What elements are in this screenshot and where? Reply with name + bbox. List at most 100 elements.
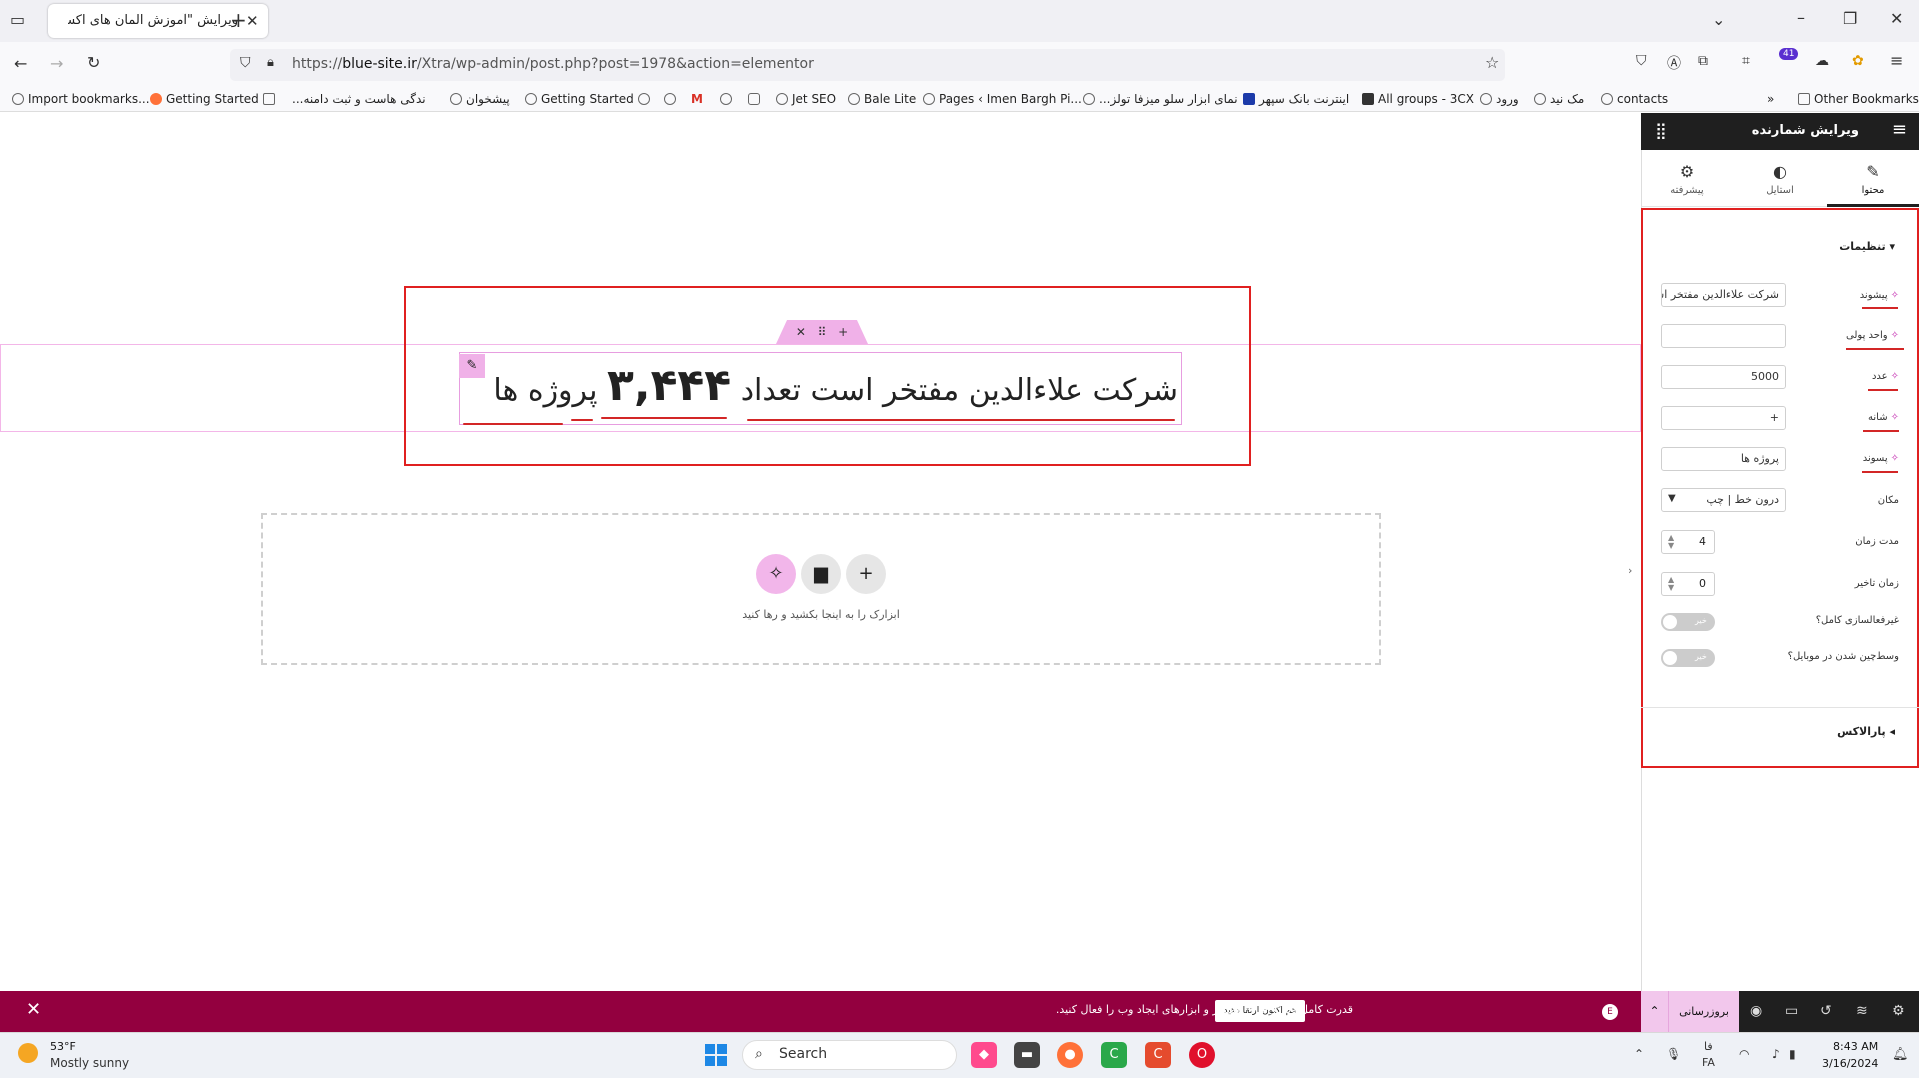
delay-input[interactable]: 0 ▲ ▼ (1661, 572, 1715, 596)
notification-bell-icon[interactable]: 🔔︎ (1892, 1047, 1909, 1062)
duration-input[interactable]: 4 ▲ ▼ (1661, 530, 1715, 554)
widgets-grid-icon[interactable]: ⣿ (1655, 121, 1667, 140)
responsive-mode-icon[interactable]: ▭ (1785, 1003, 1798, 1019)
publish-options-icon[interactable]: ⌃ (1641, 991, 1669, 1032)
ai-sparkle-icon[interactable]: ✧ (1891, 371, 1899, 382)
file-explorer-icon[interactable]: ▬ (1014, 1042, 1040, 1068)
ai-sparkle-icon[interactable]: ✧ (1891, 330, 1899, 341)
tab-style[interactable]: ◐ استایل (1734, 150, 1826, 207)
position-select[interactable]: درون خط | چپ ▼ (1661, 488, 1786, 512)
new-tab-icon[interactable]: + (230, 8, 247, 32)
app-menu-icon[interactable]: ≡ (1890, 51, 1903, 70)
stepper-icon[interactable]: ▲ ▼ (1668, 534, 1674, 550)
account-icon[interactable]: Ⓐ (1667, 53, 1681, 73)
extension-gear-icon[interactable]: ✿ (1852, 53, 1864, 69)
collapse-panel-icon[interactable]: › (1628, 564, 1632, 577)
close-notice-icon[interactable]: ✕ (26, 999, 41, 1020)
bookmark-star-icon[interactable]: ☆ (1485, 53, 1499, 72)
currency-input[interactable] (1661, 324, 1786, 348)
taskbar-search[interactable]: ⌕ Search (742, 1040, 957, 1070)
bookmark-app[interactable] (748, 92, 764, 106)
vpn-icon[interactable]: ☁ (1815, 53, 1829, 69)
tab-advanced[interactable]: ⚙ پیشرفته (1641, 150, 1733, 207)
prefix-input[interactable]: شرکت علاءالدین مفتخر است تعداد (1661, 283, 1786, 307)
separator-input[interactable]: + (1661, 406, 1786, 430)
clock-date[interactable]: 3/16/2024 (1822, 1057, 1878, 1070)
copilot-icon[interactable]: ◆ (971, 1042, 997, 1068)
bookmark-pages[interactable]: Pages ‹ Imen Bargh Pi... (923, 92, 1082, 106)
clock-time[interactable]: 8:43 AM (1833, 1040, 1878, 1053)
extensions-icon[interactable]: ⧉ (1698, 53, 1708, 69)
weather-description[interactable]: Mostly sunny (50, 1056, 129, 1070)
other-bookmarks[interactable]: Other Bookmarks (1798, 92, 1919, 106)
opera-icon[interactable]: O (1189, 1042, 1215, 1068)
camtasia-icon[interactable]: C (1101, 1042, 1127, 1068)
bookmark-login[interactable]: ورود (1480, 92, 1519, 106)
history-icon[interactable]: ↺ (1820, 1003, 1832, 1019)
shield-icon[interactable]: ⛉ (240, 55, 251, 71)
recorder-icon[interactable]: C (1145, 1042, 1171, 1068)
show-hidden-icons[interactable]: ⌃ (1634, 1047, 1644, 1061)
microphone-icon[interactable]: 🎙︎ (1666, 1047, 1681, 1061)
section-parallax-toggle[interactable]: ◂ پارالاکس (1837, 725, 1895, 738)
delete-section-icon[interactable]: ✕ (796, 325, 806, 339)
bookmark-jet-seo[interactable]: Jet SEO (776, 92, 836, 106)
bookmark-globe-2[interactable] (664, 92, 680, 106)
reload-icon[interactable]: ↻ (87, 53, 100, 72)
extension-badge[interactable]: 41 (1779, 48, 1799, 60)
stepper-icon[interactable]: ▲ ▼ (1668, 576, 1674, 592)
minimize-icon[interactable]: – (1797, 8, 1805, 27)
bookmark-mac[interactable]: مک نید (1534, 92, 1584, 106)
more-bookmarks-icon[interactable]: » (1767, 92, 1774, 106)
navigator-layers-icon[interactable]: ≋ (1856, 1003, 1868, 1019)
bookmark-contacts[interactable]: contacts (1601, 92, 1668, 106)
ai-sparkle-icon[interactable]: ✧ (1891, 453, 1899, 464)
ai-sparkle-icon[interactable]: ✧ (756, 554, 796, 594)
close-tab-icon[interactable]: ✕ (246, 12, 259, 30)
ai-sparkle-icon[interactable]: ✧ (1891, 412, 1899, 423)
bookmark-getting-started-2[interactable]: Getting Started (525, 92, 634, 106)
update-button[interactable]: بروزرسانی (1669, 991, 1739, 1032)
mobile-center-toggle[interactable]: خیر (1661, 649, 1715, 667)
bookmark-3cx[interactable]: All groups - 3CX (1362, 92, 1474, 106)
add-section-icon[interactable]: + (838, 325, 848, 339)
battery-icon[interactable]: ▮ (1789, 1047, 1796, 1061)
add-element-icon[interactable]: + (846, 554, 886, 594)
number-input[interactable]: 5000 (1661, 365, 1786, 389)
close-window-icon[interactable]: ✕ (1890, 9, 1903, 28)
bookmark-globe-3[interactable] (720, 92, 736, 106)
forward-icon[interactable]: → (50, 54, 63, 73)
bookmark-bank[interactable]: اینترنت بانک سپهر (1243, 92, 1349, 106)
hamburger-menu-icon[interactable]: ≡ (1892, 119, 1907, 140)
bookmark-bale-lite[interactable]: Bale Lite (848, 92, 916, 106)
language-indicator[interactable]: فا (1704, 1040, 1713, 1053)
tab-list-icon[interactable]: ▭ (10, 10, 25, 29)
weather-temperature[interactable]: 53°F (50, 1040, 76, 1053)
bookmark-getting-started[interactable]: Getting Started (150, 92, 259, 106)
bookmark-import[interactable]: Import bookmarks... (12, 92, 150, 106)
section-settings-toggle[interactable]: ▾ تنظیمات (1839, 240, 1895, 253)
bookmark-dashboard[interactable]: پیشخوان (450, 92, 510, 106)
gmail-icon[interactable]: M (691, 92, 703, 106)
section-handle[interactable]: ✕ ⠿ + (776, 320, 868, 344)
volume-icon[interactable]: ♪ (1772, 1047, 1780, 1061)
back-icon[interactable]: ← (14, 54, 27, 73)
pocket-icon[interactable]: ⛉ (1636, 53, 1647, 69)
wifi-icon[interactable]: ◠ (1739, 1047, 1749, 1061)
settings-gear-icon[interactable]: ⚙ (1892, 1003, 1905, 1019)
list-all-tabs-icon[interactable]: ⌄ (1712, 10, 1725, 29)
crop-icon[interactable]: ⌗ (1742, 53, 1750, 69)
template-folder-icon[interactable]: ▆ (801, 554, 841, 594)
language-indicator-code[interactable]: FA (1702, 1056, 1715, 1069)
bookmark-tools[interactable]: ...نمای ابزار سلو میزفا تولز (1083, 92, 1238, 106)
preview-eye-icon[interactable]: ◉ (1750, 1003, 1762, 1019)
restore-icon[interactable]: ❐ (1843, 9, 1857, 28)
sun-icon[interactable] (18, 1043, 38, 1063)
tab-content[interactable]: ✎ محتوا (1827, 150, 1919, 207)
drag-handle-icon[interactable]: ⠿ (818, 325, 827, 339)
bookmark-globe-1[interactable] (638, 92, 654, 106)
ai-sparkle-icon[interactable]: ✧ (1891, 290, 1899, 301)
bookmark-host[interactable]: ...ندگی هاست و ثبت دامنه (292, 92, 426, 106)
bookmark-calendar[interactable] (263, 92, 279, 106)
url-text[interactable]: https://blue-site.ir/Xtra/wp-admin/post.… (292, 56, 814, 72)
